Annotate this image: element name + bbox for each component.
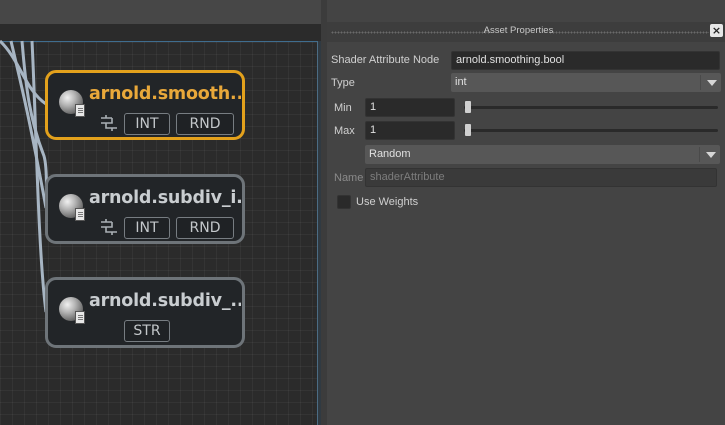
min-label: Min bbox=[334, 102, 352, 114]
shader-attribute-node-label: Shader Attribute Node bbox=[331, 54, 440, 66]
graph-node[interactable]: arnold.subdiv_i... INT RND bbox=[45, 174, 245, 244]
dropdown-separator bbox=[699, 147, 700, 162]
min-field[interactable]: 1 bbox=[365, 98, 455, 117]
type-dropdown-value: int bbox=[455, 76, 467, 88]
type-label: Type bbox=[331, 77, 355, 89]
chevron-down-icon bbox=[707, 80, 717, 86]
name-label: Name bbox=[334, 172, 364, 184]
graph-toolbar bbox=[0, 0, 321, 24]
max-label: Max bbox=[334, 125, 355, 137]
max-field[interactable]: 1 bbox=[365, 121, 455, 140]
node-title: arnold.subdiv_... bbox=[89, 291, 241, 311]
node-graph[interactable]: arnold.smooth... INT RND arnold.subdiv_i… bbox=[0, 0, 321, 425]
panel-title: Asset Properties bbox=[483, 25, 554, 36]
use-weights-label: Use Weights bbox=[356, 196, 419, 208]
mode-dropdown-value: Random bbox=[369, 148, 411, 160]
type-tag: INT bbox=[124, 217, 170, 239]
min-slider-track[interactable] bbox=[464, 106, 718, 109]
type-dropdown[interactable]: int bbox=[451, 73, 721, 92]
name-field[interactable]: shaderAttribute bbox=[365, 168, 717, 187]
min-slider-handle[interactable] bbox=[465, 101, 471, 113]
graph-node[interactable]: arnold.smooth... INT RND bbox=[45, 70, 245, 140]
mode-tag: RND bbox=[176, 113, 234, 135]
panel-header[interactable]: Asset Properties × bbox=[327, 22, 725, 42]
close-button[interactable]: × bbox=[710, 24, 723, 37]
use-weights-checkbox[interactable] bbox=[337, 195, 351, 209]
dropdown-separator bbox=[700, 75, 701, 90]
node-title: arnold.smooth... bbox=[89, 84, 241, 104]
document-icon bbox=[75, 311, 85, 324]
type-tag: STR bbox=[124, 320, 170, 342]
link-icon bbox=[101, 115, 117, 131]
graph-node[interactable]: arnold.subdiv_... STR bbox=[45, 277, 245, 348]
node-title: arnold.subdiv_i... bbox=[89, 188, 241, 208]
max-slider-handle[interactable] bbox=[465, 124, 471, 136]
app-window: arnold.smooth... INT RND arnold.subdiv_i… bbox=[0, 0, 725, 425]
max-slider-track[interactable] bbox=[464, 129, 718, 132]
mode-dropdown[interactable]: Random bbox=[365, 145, 720, 164]
mode-tag: RND bbox=[176, 217, 234, 239]
shader-attribute-node-field[interactable]: arnold.smoothing.bool bbox=[451, 51, 720, 70]
type-tag: INT bbox=[124, 113, 170, 135]
link-icon bbox=[101, 219, 117, 235]
asset-properties-panel: Asset Properties × Shader Attribute Node… bbox=[327, 0, 725, 425]
document-icon bbox=[75, 208, 85, 221]
chevron-down-icon bbox=[706, 152, 716, 158]
document-icon bbox=[75, 104, 85, 117]
